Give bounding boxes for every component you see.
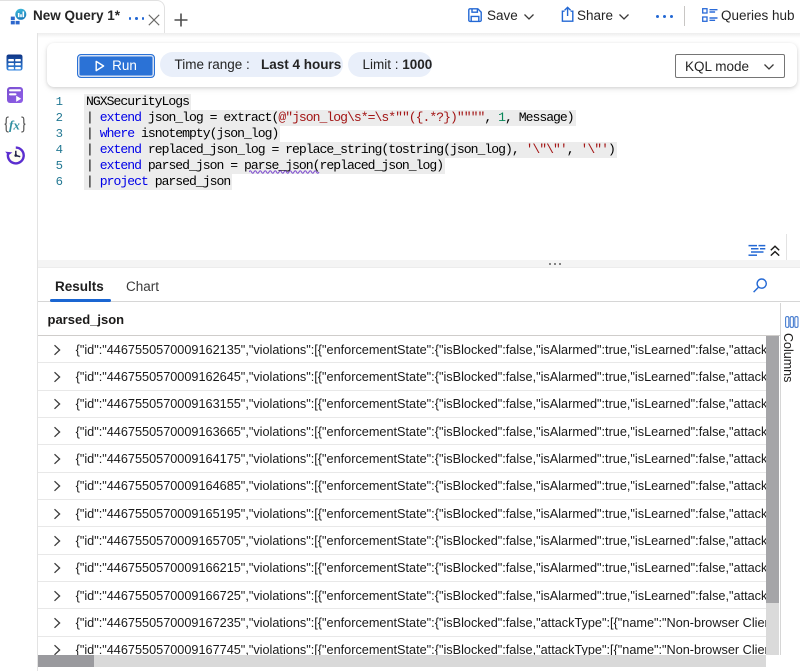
svg-text:fx: fx [9, 118, 20, 133]
